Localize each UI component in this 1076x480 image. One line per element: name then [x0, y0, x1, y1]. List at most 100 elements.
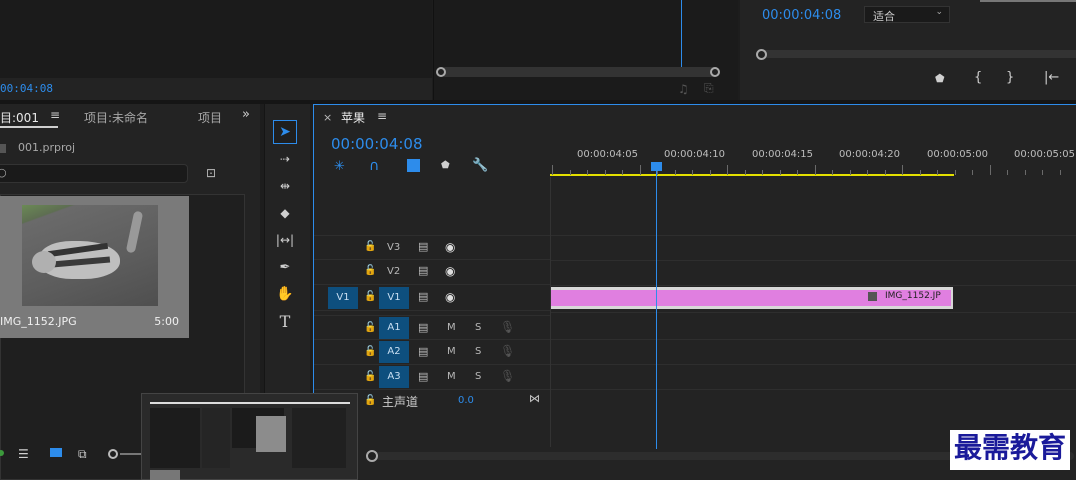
in-point-icon[interactable]: {: [974, 70, 982, 85]
bin-icon: [0, 144, 6, 153]
track-target-a3[interactable]: A3: [379, 366, 409, 388]
type-icon: T: [279, 311, 291, 331]
tab-project-001[interactable]: 目:001: [0, 109, 39, 126]
scroll-handle-right[interactable]: [710, 67, 720, 77]
hand-tool[interactable]: ✋: [273, 282, 297, 306]
track-select-tool[interactable]: ⇢: [273, 147, 297, 171]
track-area[interactable]: IMG_1152.JP: [550, 177, 1076, 447]
lock-icon[interactable]: 🔓: [364, 265, 376, 276]
track-a2: 🔓 A2 ▤ M S 🎙: [314, 340, 550, 365]
out-point-icon[interactable]: }: [1006, 70, 1014, 85]
freeform-view-icon[interactable]: ⧉: [78, 447, 87, 462]
track-a1: 🔓 A1 ▤ M S 🎙: [314, 315, 550, 340]
timeline-timecode[interactable]: 00:00:04:08: [331, 135, 423, 153]
program-scrub-track[interactable]: [760, 50, 1076, 58]
track-target-v1[interactable]: V1: [379, 287, 409, 309]
solo-button[interactable]: S: [475, 322, 481, 333]
middle-monitor: ♫ ⎘: [433, 0, 738, 100]
lock-icon[interactable]: 🔓: [364, 395, 376, 406]
list-view-icon[interactable]: ☰: [18, 447, 29, 461]
slip-tool[interactable]: |↔|: [273, 228, 297, 252]
source-monitor-bar: 00:04:08: [0, 78, 432, 100]
master-volume-value[interactable]: 0.0: [458, 395, 474, 406]
zoom-slider-handle[interactable]: [108, 449, 118, 459]
selection-tool[interactable]: ➤: [273, 120, 297, 144]
audio-output-icon[interactable]: ♫: [678, 82, 689, 96]
track-select-icon: ⇢: [279, 152, 291, 166]
ruler-ticks: [550, 165, 1076, 175]
lock-toggle-icon[interactable]: [0, 450, 4, 456]
lock-icon[interactable]: 🔓: [364, 371, 376, 382]
track-label-v2: V2: [387, 266, 401, 277]
lock-icon[interactable]: 🔓: [364, 241, 376, 252]
playhead-handle[interactable]: [651, 162, 662, 171]
film-sync-icon[interactable]: ▤: [418, 345, 428, 358]
add-marker-icon[interactable]: ⬟: [441, 160, 450, 171]
pen-tool[interactable]: ✒: [273, 255, 297, 279]
source-patch-v1[interactable]: V1: [328, 287, 358, 309]
ruler-tick: [814, 165, 816, 175]
project-file-name: 001.prproj: [18, 141, 76, 154]
go-to-in-icon[interactable]: |←: [1044, 70, 1059, 85]
ripple-edit-tool[interactable]: ⇹: [273, 174, 297, 198]
mute-button[interactable]: M: [447, 346, 456, 357]
video-clip[interactable]: IMG_1152.JP: [551, 287, 953, 309]
film-sync-icon[interactable]: ▤: [418, 370, 428, 383]
film-sync-icon[interactable]: ▤: [418, 290, 428, 303]
eye-icon[interactable]: ◉: [445, 290, 455, 304]
timeline-scroll-handle[interactable]: [366, 450, 378, 462]
scroll-handle-left[interactable]: [436, 67, 446, 77]
nest-icon[interactable]: ✳: [334, 159, 345, 174]
program-scrub-handle[interactable]: [756, 49, 767, 60]
fit-dropdown[interactable]: 适合 ⌄: [864, 6, 950, 23]
ruler-tick: [692, 170, 693, 175]
ripple-icon: ⇹: [279, 179, 291, 193]
microphone-icon[interactable]: 🎙: [500, 369, 515, 383]
tab-project-more[interactable]: 项目: [198, 109, 222, 126]
type-tool[interactable]: T: [273, 309, 297, 333]
razor-tool[interactable]: ◆: [273, 201, 297, 225]
microphone-icon[interactable]: 🎙: [500, 320, 515, 334]
eye-icon[interactable]: ◉: [445, 240, 455, 254]
film-sync-icon[interactable]: ▤: [418, 264, 428, 277]
marker-icon[interactable]: ⬟: [935, 72, 945, 85]
wrench-icon[interactable]: 🔧: [472, 158, 488, 173]
track-divider: [551, 312, 1076, 313]
cat-thumbnail-image: [22, 205, 158, 306]
mute-button[interactable]: M: [447, 371, 456, 382]
eye-icon[interactable]: ◉: [445, 264, 455, 278]
source-monitor: [0, 0, 432, 78]
chevron-down-icon: ⌄: [935, 7, 943, 17]
program-timecode[interactable]: 00:00:04:08: [762, 8, 841, 23]
track-target-a2[interactable]: A2: [379, 341, 409, 363]
microphone-icon[interactable]: 🎙: [500, 344, 515, 358]
tab-unnamed-project[interactable]: 项目:未命名: [84, 109, 148, 126]
mute-button[interactable]: M: [447, 322, 456, 333]
clip-thumbnail-card[interactable]: IMG_1152.JPG 5:00: [0, 196, 189, 338]
snap-icon[interactable]: ∩: [369, 158, 379, 174]
track-target-a1[interactable]: A1: [379, 317, 409, 339]
track-divider: [551, 260, 1076, 261]
icon-view-icon[interactable]: [50, 448, 62, 457]
lock-icon[interactable]: 🔓: [364, 346, 376, 357]
sequence-tab[interactable]: 苹果: [341, 109, 365, 126]
close-icon[interactable]: ×: [323, 111, 332, 124]
hamburger-menu-icon[interactable]: ≡: [50, 108, 60, 122]
search-input[interactable]: ○: [0, 164, 188, 183]
go-to-end-icon[interactable]: ⋈: [529, 392, 540, 405]
monitor-scrollbar[interactable]: [440, 67, 720, 77]
new-bin-icon[interactable]: ⊡: [206, 166, 216, 180]
linked-selection-icon[interactable]: [407, 159, 420, 172]
zoom-slider-track[interactable]: [120, 453, 142, 455]
film-sync-icon[interactable]: ▤: [418, 240, 428, 253]
film-sync-icon[interactable]: ▤: [418, 321, 428, 334]
solo-button[interactable]: S: [475, 371, 481, 382]
sequence-menu-icon[interactable]: ≡: [377, 109, 387, 123]
lock-icon[interactable]: 🔓: [364, 291, 376, 302]
export-frame-icon[interactable]: ⎘: [704, 81, 714, 96]
chevron-double-right-icon[interactable]: »: [242, 107, 250, 122]
solo-button[interactable]: S: [475, 346, 481, 357]
track-divider: [551, 235, 1076, 236]
lock-icon[interactable]: 🔓: [364, 322, 376, 333]
ruler-tick: [902, 165, 903, 175]
